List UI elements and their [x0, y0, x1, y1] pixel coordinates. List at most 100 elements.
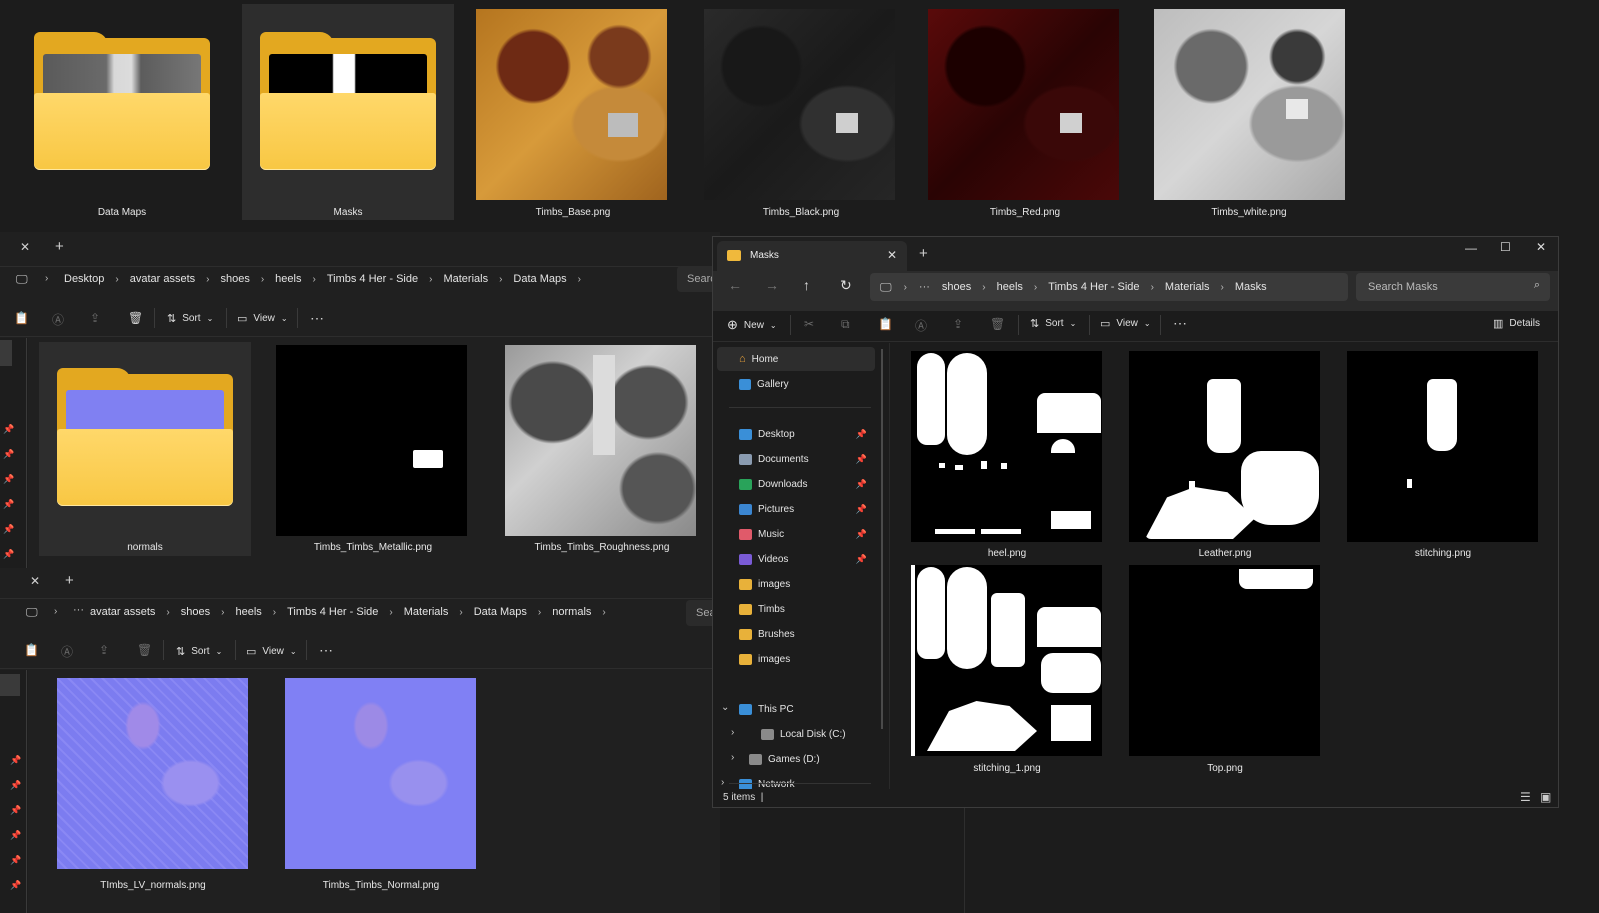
image-tile-heel[interactable]: heel.png [907, 347, 1107, 561]
view-button[interactable]: ▭ View ⌄ [237, 312, 288, 325]
breadcrumb-segment[interactable]: heels [997, 281, 1023, 293]
breadcrumb-segment[interactable]: avatar assets [90, 606, 155, 618]
folder-tile-masks[interactable]: Masks [242, 4, 454, 220]
chevron-right-icon[interactable]: › [731, 752, 734, 763]
delete-icon[interactable]: 🗑 [128, 311, 143, 325]
this-pc-icon[interactable]: 🖵 [26, 605, 38, 620]
up-arrow-icon[interactable]: ↑ [803, 277, 810, 293]
sidebar-item-home[interactable]: ⌂ Home [717, 347, 875, 371]
back-arrow-icon[interactable]: ← [728, 277, 742, 293]
chevron-down-icon[interactable]: ⌄ [721, 702, 729, 713]
new-tab-button[interactable]: + [55, 238, 64, 255]
delete-icon[interactable]: 🗑 [990, 317, 1005, 331]
chevron-right-icon[interactable]: › [115, 274, 118, 285]
overflow-icon[interactable]: ··· [919, 281, 930, 293]
paste-icon[interactable]: 📋 [14, 311, 29, 325]
breadcrumb-segment[interactable]: Materials [1165, 281, 1210, 293]
overflow-icon[interactable]: ··· [73, 604, 84, 616]
forward-arrow-icon[interactable]: → [765, 277, 779, 293]
delete-icon[interactable]: 🗑 [137, 643, 152, 657]
image-tile-timbs-black[interactable]: Timbs_Black.png [698, 6, 904, 220]
details-view-icon[interactable]: ☰ [1520, 790, 1531, 804]
breadcrumb-segment[interactable]: heels [275, 273, 301, 285]
sidebar-item-gallery[interactable]: Gallery [713, 372, 873, 396]
sort-button[interactable]: ⇅ Sort ⌄ [167, 312, 213, 325]
breadcrumb-segment[interactable]: Materials [443, 273, 488, 285]
breadcrumb-segment[interactable]: avatar assets [130, 273, 195, 285]
image-tile-stitching-1[interactable]: stitching_1.png [907, 565, 1107, 779]
share-icon[interactable]: ⇪ [953, 317, 963, 331]
chevron-right-icon[interactable]: › [499, 274, 502, 285]
chevron-right-icon[interactable]: › [602, 607, 605, 618]
breadcrumb-segment[interactable]: Timbs 4 Her - Side [287, 606, 378, 618]
share-icon[interactable]: ⇪ [90, 311, 100, 325]
chevron-right-icon[interactable]: › [1151, 282, 1154, 293]
chevron-right-icon[interactable]: › [578, 274, 581, 285]
close-tab-icon[interactable]: ✕ [887, 248, 897, 262]
chevron-right-icon[interactable]: › [429, 274, 432, 285]
chevron-right-icon[interactable]: › [731, 727, 734, 738]
large-icons-view-icon[interactable]: ▣ [1540, 790, 1551, 804]
chevron-right-icon[interactable]: › [459, 607, 462, 618]
image-tile-roughness[interactable]: Timbs_Timbs_Roughness.png [498, 342, 706, 556]
breadcrumb-segment[interactable]: shoes [220, 273, 249, 285]
new-tab-button[interactable]: + [919, 245, 928, 262]
breadcrumb-segment[interactable]: Masks [1235, 281, 1267, 293]
image-tile-lv-normals[interactable]: TImbs_LV_normals.png [52, 672, 254, 896]
breadcrumb[interactable]: Desktop › avatar assets › shoes › heels › Timbs … [56, 266, 668, 292]
chevron-right-icon[interactable]: › [389, 607, 392, 618]
sidebar-item-music[interactable]: Music 📌 [713, 522, 873, 546]
breadcrumb-segment[interactable]: Data Maps [513, 273, 566, 285]
folder-tile-normals[interactable]: normals [39, 342, 251, 556]
chevron-right-icon[interactable]: › [721, 777, 724, 788]
tab-masks[interactable]: Masks ✕ [717, 241, 907, 271]
cut-icon[interactable]: ✂ [804, 317, 814, 331]
sidebar-item-documents[interactable]: Documents 📌 [713, 447, 873, 471]
breadcrumb-segment[interactable]: Timbs 4 Her - Side [1048, 281, 1139, 293]
chevron-right-icon[interactable]: › [1221, 282, 1224, 293]
chevron-right-icon[interactable]: › [1034, 282, 1037, 293]
this-pc-icon[interactable]: 🖵 [16, 272, 28, 287]
more-options-icon[interactable]: ⋯ [319, 642, 333, 659]
view-button[interactable]: ▭ View ⌄ [1100, 317, 1151, 330]
chevron-right-icon[interactable]: › [273, 607, 276, 618]
image-tile-timbs-red[interactable]: Timbs_Red.png [922, 6, 1128, 220]
breadcrumb-segment[interactable]: Data Maps [474, 606, 527, 618]
chevron-right-icon[interactable]: › [45, 273, 48, 284]
breadcrumb-segment[interactable]: shoes [181, 606, 210, 618]
sidebar-item-timbs[interactable]: Timbs [713, 597, 873, 621]
rename-icon[interactable]: Ⓐ [915, 317, 927, 334]
sidebar-item-brushes[interactable]: Brushes [713, 622, 873, 646]
more-options-icon[interactable]: ⋯ [1173, 315, 1187, 332]
breadcrumb-segment[interactable]: Desktop [64, 273, 104, 285]
chevron-right-icon[interactable]: › [54, 606, 57, 617]
image-tile-timbs-base[interactable]: Timbs_Base.png [470, 6, 676, 220]
sidebar-item-images[interactable]: images [713, 647, 873, 671]
sidebar-item-local-disk-c-[interactable]: › Local Disk (C:) [713, 722, 873, 746]
copy-icon[interactable]: ⧉ [841, 317, 850, 332]
chevron-right-icon[interactable]: › [166, 607, 169, 618]
image-tile-stitching[interactable]: stitching.png [1343, 347, 1543, 561]
close-window-icon[interactable]: ✕ [1536, 240, 1546, 254]
breadcrumb[interactable]: 🖵 › ··· shoes › heels › Timbs 4 Her - Side › M… [870, 273, 1348, 301]
sidebar-item-pictures[interactable]: Pictures 📌 [713, 497, 873, 521]
image-tile-metallic[interactable]: Timbs_Timbs_Metallic.png [270, 342, 476, 556]
search-input[interactable]: Search Masks ⌕ [1356, 273, 1550, 301]
breadcrumb-segment[interactable]: Timbs 4 Her - Side [327, 273, 418, 285]
paste-icon[interactable]: 📋 [24, 643, 39, 657]
chevron-right-icon[interactable]: › [261, 274, 264, 285]
image-tile-timbs-white[interactable]: Timbs_white.png [1146, 6, 1352, 220]
new-button[interactable]: ⊕ New ⌄ [727, 317, 777, 333]
chevron-right-icon[interactable]: › [221, 607, 224, 618]
details-button[interactable]: ▥ Details [1493, 317, 1540, 330]
minimize-icon[interactable]: — [1465, 241, 1477, 255]
more-options-icon[interactable]: ⋯ [310, 310, 324, 327]
sidebar-item-downloads[interactable]: Downloads 📌 [713, 472, 873, 496]
rename-icon[interactable]: Ⓐ [52, 311, 64, 328]
maximize-icon[interactable]: ☐ [1500, 240, 1511, 254]
breadcrumb[interactable]: avatar assets › shoes › heels › Timbs 4 Her - … [90, 599, 682, 625]
paste-icon[interactable]: 📋 [878, 317, 893, 331]
new-tab-button[interactable]: + [65, 572, 74, 589]
image-tile-top[interactable]: Top.png [1125, 565, 1325, 779]
image-tile-leather[interactable]: Leather.png [1125, 347, 1325, 561]
